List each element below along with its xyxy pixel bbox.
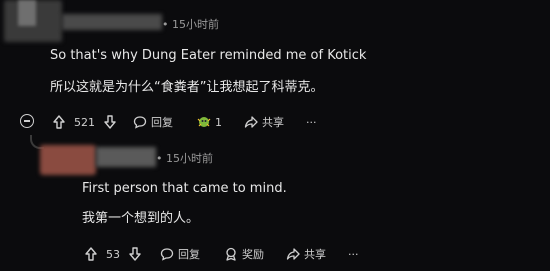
award-icon (197, 115, 211, 129)
upvote-icon[interactable] (84, 247, 98, 261)
comment-bubble-icon (133, 115, 147, 129)
reply-share-button[interactable]: 共享 (286, 246, 326, 262)
award-label: 奖励 (242, 248, 264, 261)
share-arrow-icon (244, 115, 258, 129)
comment-text-zh: 所以这就是为什么“食粪者”让我想起了科蒂克。 (50, 80, 324, 95)
username[interactable] (62, 14, 162, 30)
vote-count: 521 (74, 115, 95, 129)
reply-text-zh: 我第一个想到的人。 (82, 211, 200, 226)
reply-reply-label: 回复 (178, 248, 200, 261)
reply-time-text: 15小时前 (166, 152, 213, 165)
share-button[interactable]: 共享 (244, 114, 284, 130)
vote-control: 521 (52, 115, 117, 129)
share-arrow-icon (286, 247, 300, 261)
comment-time: • 15小时前 (162, 18, 219, 31)
reply-reply-button[interactable]: 回复 (160, 246, 200, 262)
downvote-icon[interactable] (128, 247, 142, 261)
reply-vote-count: 53 (106, 247, 120, 261)
more-options-icon: ··· (348, 247, 359, 261)
upvote-icon[interactable] (52, 115, 66, 129)
award-count: 1 (215, 115, 222, 129)
comment-time-text: 15小时前 (172, 18, 219, 31)
more-options-button[interactable]: ··· (306, 116, 317, 129)
reply-actions: 53 回复 奖励 共享 ··· (84, 246, 359, 262)
reply-label: 回复 (151, 116, 173, 129)
share-label: 共享 (262, 116, 284, 129)
award-badge[interactable]: 1 (197, 115, 222, 129)
reply-button[interactable]: 回复 (133, 114, 173, 130)
avatar-detail (18, 0, 36, 26)
reply-time: • 15小时前 (156, 152, 213, 165)
reply-share-label: 共享 (304, 248, 326, 261)
reply-username[interactable] (96, 147, 156, 167)
reply-more-options-button[interactable]: ··· (348, 248, 359, 261)
reply-vote-control: 53 (84, 247, 142, 261)
comment-actions: 521 回复 1 共享 ··· (52, 114, 317, 130)
reply-avatar[interactable] (40, 145, 96, 175)
reply-text-en: First person that came to mind. (82, 181, 287, 196)
award-button[interactable]: 奖励 (224, 246, 264, 262)
downvote-icon[interactable] (103, 115, 117, 129)
award-ribbon-icon (224, 247, 238, 261)
comment-bubble-icon (160, 247, 174, 261)
collapse-thread-button[interactable] (20, 114, 34, 128)
more-options-icon: ··· (306, 115, 317, 129)
comment-text-en: So that's why Dung Eater reminded me of … (50, 48, 367, 63)
